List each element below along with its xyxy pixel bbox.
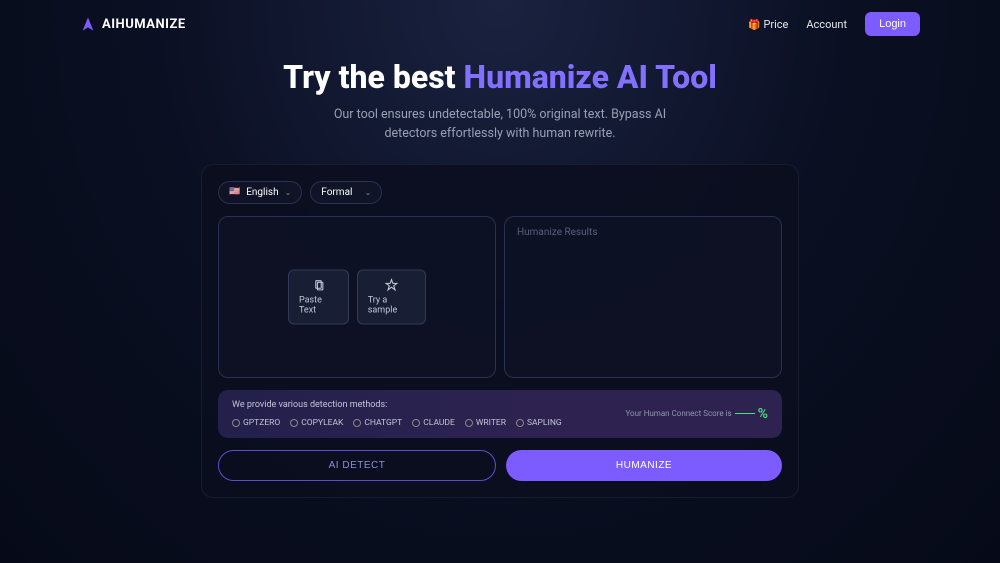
gift-icon: 🎁 — [748, 20, 760, 31]
logo-text: AIHUMANIZE — [102, 17, 186, 32]
controls-row: 🇺🇸 English ⌄ Formal ⌄ — [218, 181, 782, 204]
nav-account[interactable]: Account — [806, 18, 847, 31]
radio-claude[interactable]: CLAUDE — [412, 418, 455, 428]
textareas-row: Paste Text Try a sample Humanize Results — [218, 216, 782, 378]
nav-price[interactable]: 🎁Price — [748, 18, 788, 31]
output-placeholder: Humanize Results — [517, 227, 597, 238]
paste-text-button[interactable]: Paste Text — [288, 269, 349, 324]
output-textarea[interactable]: Humanize Results — [504, 216, 782, 378]
ai-detect-button[interactable]: AI DETECT — [218, 450, 496, 481]
radio-sapling[interactable]: SAPLING — [516, 418, 562, 428]
hero: Try the best Humanize AI Tool Our tool e… — [0, 58, 1000, 144]
paste-icon — [312, 278, 325, 291]
radio-chatgpt[interactable]: CHATGPT — [353, 418, 402, 428]
chevron-down-icon: ⌄ — [285, 188, 292, 197]
radio-writer[interactable]: WRITER — [465, 418, 506, 428]
nav: 🎁Price Account Login — [748, 12, 920, 36]
main-panel: 🇺🇸 English ⌄ Formal ⌄ Paste Text — [201, 164, 799, 498]
detection-radios: GPTZERO COPYLEAK CHATGPT CLAUDE WRITER S… — [232, 418, 625, 428]
radio-icon — [353, 419, 361, 427]
try-sample-button[interactable]: Try a sample — [357, 269, 426, 324]
hero-title: Try the best Humanize AI Tool — [0, 58, 1000, 96]
radio-icon — [516, 419, 524, 427]
login-button[interactable]: Login — [865, 12, 920, 36]
logo-icon — [80, 16, 96, 32]
input-textarea[interactable]: Paste Text Try a sample — [218, 216, 496, 378]
detection-bar: We provide various detection methods: GP… — [218, 390, 782, 438]
percent-icon: % — [758, 406, 768, 422]
humanize-button[interactable]: HUMANIZE — [506, 450, 782, 481]
radio-gptzero[interactable]: GPTZERO — [232, 418, 280, 428]
action-buttons: AI DETECT HUMANIZE — [218, 450, 782, 481]
radio-icon — [465, 419, 473, 427]
detection-title: We provide various detection methods: — [232, 400, 625, 410]
radio-icon — [232, 419, 240, 427]
score-box: Your Human Connect Score is % — [625, 406, 768, 422]
logo[interactable]: AIHUMANIZE — [80, 16, 186, 32]
tone-dropdown[interactable]: Formal ⌄ — [310, 181, 382, 204]
radio-icon — [290, 419, 298, 427]
star-icon — [385, 278, 398, 291]
radio-icon — [412, 419, 420, 427]
flag-icon: 🇺🇸 — [229, 187, 240, 197]
chevron-down-icon: ⌄ — [365, 188, 372, 197]
hero-subtitle: Our tool ensures undetectable, 100% orig… — [0, 106, 1000, 144]
language-dropdown[interactable]: 🇺🇸 English ⌄ — [218, 181, 302, 204]
score-underline — [735, 413, 755, 414]
radio-copyleak[interactable]: COPYLEAK — [290, 418, 343, 428]
